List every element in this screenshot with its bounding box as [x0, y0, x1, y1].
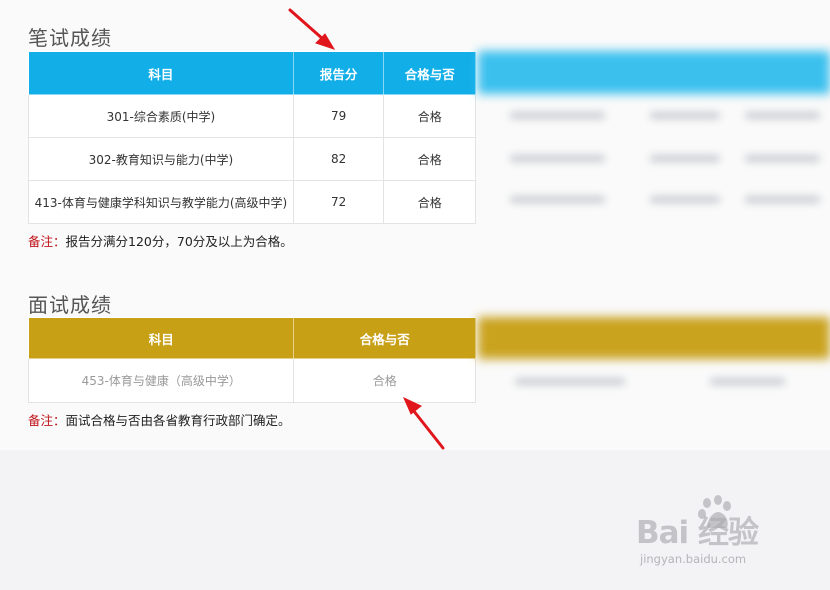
- watermark-brand: Bai 经验: [636, 515, 759, 551]
- watermark-url: jingyan.baidu.com: [640, 552, 747, 566]
- baidu-jingyan-watermark: Bai 经验 jingyan.baidu.com: [636, 495, 796, 575]
